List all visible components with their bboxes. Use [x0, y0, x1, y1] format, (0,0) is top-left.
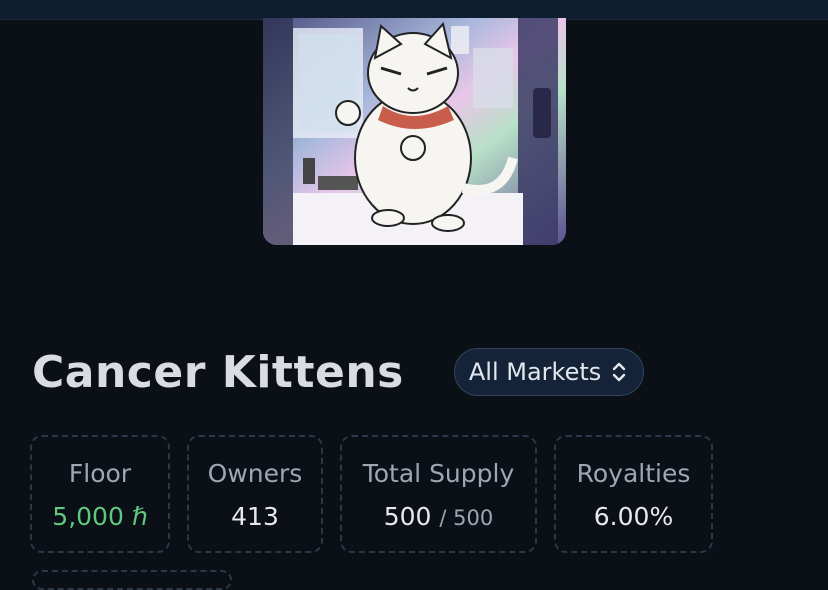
stat-label: Owners	[207, 459, 303, 488]
stat-label: Total Supply	[362, 459, 515, 488]
stat-royalties: Royalties 6.00%	[554, 435, 713, 553]
chevron-up-down-icon	[613, 362, 626, 382]
collection-header: Cancer Kittens All Markets	[32, 340, 645, 404]
collection-stats: Floor 5,000 ℏ Owners 413 Total Supply 50…	[30, 435, 713, 553]
stat-value: 500 / 500	[384, 502, 494, 531]
stat-owners: Owners 413	[187, 435, 323, 553]
hbar-icon: ℏ	[131, 502, 148, 531]
market-filter-label: All Markets	[468, 358, 602, 386]
top-bar	[0, 0, 828, 20]
stat-label: Royalties	[576, 459, 691, 488]
supply-max: / 500	[439, 506, 494, 530]
cat-illustration	[263, 18, 566, 245]
stat-card-partial	[32, 570, 232, 590]
collection-title: Cancer Kittens	[32, 346, 404, 398]
floor-value: 5,000	[52, 502, 124, 531]
stat-value: 413	[231, 502, 279, 531]
stat-value: 6.00%	[593, 502, 674, 531]
stat-label: Floor	[68, 459, 132, 488]
supply-value: 500	[383, 502, 432, 531]
stat-floor: Floor 5,000 ℏ	[30, 435, 170, 553]
market-filter-select[interactable]: All Markets	[453, 348, 645, 396]
stat-value: 5,000 ℏ	[52, 502, 147, 531]
stat-total-supply: Total Supply 500 / 500	[340, 435, 537, 553]
collection-image[interactable]	[263, 18, 566, 245]
